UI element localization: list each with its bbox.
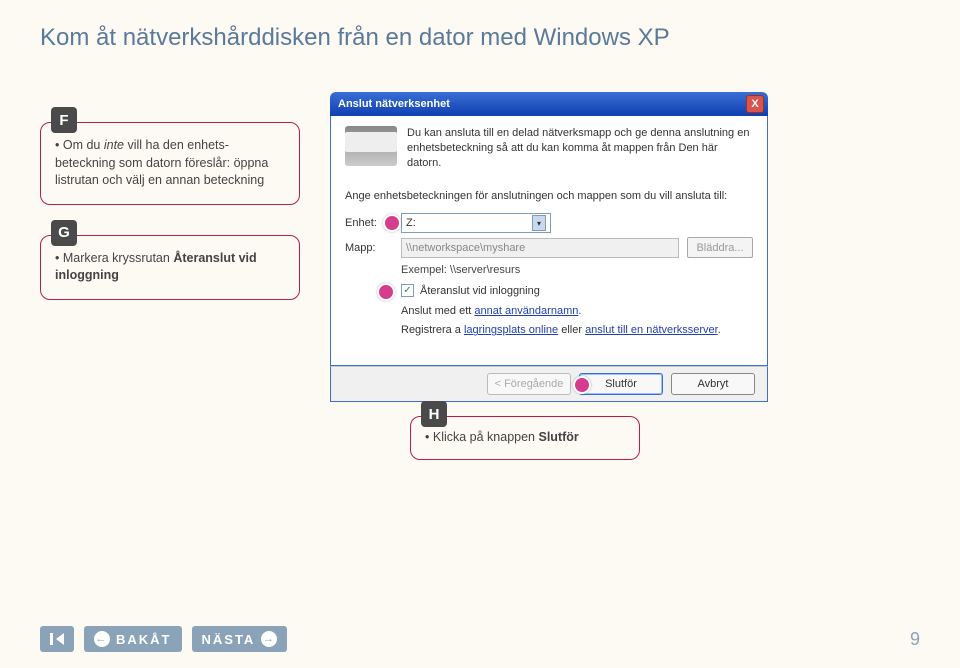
step-f-pre: Om du [63,138,104,152]
step-f-text: • Om du inte vill ha den enhets­beteckni… [55,137,285,190]
cancel-button[interactable]: Avbryt [671,373,755,395]
link2-pre: Registrera a [401,324,464,336]
step-h-card: H • Klicka på knappen Slutför [410,416,640,460]
dialog-window: Anslut nätverksenhet X Du kan ansluta ti… [330,92,768,460]
arrow-right-icon: → [261,631,277,647]
page-title: Kom åt nätverkshårddisken från en dator … [40,24,920,52]
step-h-bold: Slutför [539,430,579,444]
mapp-input[interactable]: \\networkspace\myshare [401,238,679,258]
step-f-card: F • Om du inte vill ha den enhets­beteck… [40,122,300,205]
marker-icon [383,214,401,232]
first-page-button[interactable] [40,626,74,652]
step-g-card: G • Markera kryssrutan Återanslut vid in… [40,235,300,300]
other-username-link[interactable]: annat användarnamn [474,305,578,317]
first-bar-icon [50,633,53,645]
step-f-ital: inte [104,138,124,152]
marker-icon [573,376,591,394]
back-nav-button[interactable]: ← BAKÅT [84,626,182,652]
link2-post: . [718,324,721,336]
dialog-title-text: Anslut nätverksenhet [338,98,450,110]
step-f-badge: F [51,107,77,133]
arrow-left-icon: ← [94,631,110,647]
dialog-desc-2: Ange enhetsbeteckningen för anslutningen… [345,189,753,204]
link1-post: . [578,305,581,317]
next-nav-button[interactable]: NÄSTA → [192,626,288,652]
reconnect-label: Återanslut vid inloggning [420,285,540,297]
mapp-label: Mapp: [345,242,393,254]
footer-nav: ← BAKÅT NÄSTA → 9 [40,626,920,652]
reconnect-checkbox[interactable]: ✓ [401,284,414,297]
next-nav-label: NÄSTA [202,632,256,647]
step-g-pre: Markera kryssrutan [63,251,173,265]
step-h-text: • Klicka på knappen Slutför [425,429,625,447]
back-nav-label: BAKÅT [116,632,172,647]
first-arrow-icon [56,633,64,645]
dialog-titlebar: Anslut nätverksenhet X [330,92,768,116]
chevron-down-icon[interactable]: ▾ [532,215,546,231]
enhet-select[interactable]: Z: ▾ [401,213,551,233]
step-g-text: • Markera kryssrutan Återanslut vid inlo… [55,250,285,285]
link2-mid: eller [558,324,585,336]
back-button: < Föregående [487,373,571,395]
online-storage-link[interactable]: lagringsplats online [464,324,558,336]
step-h-pre: Klicka på knappen [433,430,539,444]
browse-button[interactable]: Bläddra... [687,237,753,258]
marker-icon [377,283,395,301]
link1-pre: Anslut med ett [401,305,474,317]
dialog-desc-1: Du kan ansluta till en delad nätverksmap… [407,126,753,171]
enhet-value: Z: [406,217,416,229]
page-number: 9 [910,629,920,650]
network-drive-icon [345,126,397,166]
finish-button[interactable]: Slutför [579,373,663,395]
step-h-badge: H [421,401,447,427]
example-text: Exempel: \\server\resurs [401,264,753,276]
close-icon[interactable]: X [746,95,764,113]
step-g-badge: G [51,220,77,246]
network-server-link[interactable]: anslut till en nätverksserver [585,324,718,336]
